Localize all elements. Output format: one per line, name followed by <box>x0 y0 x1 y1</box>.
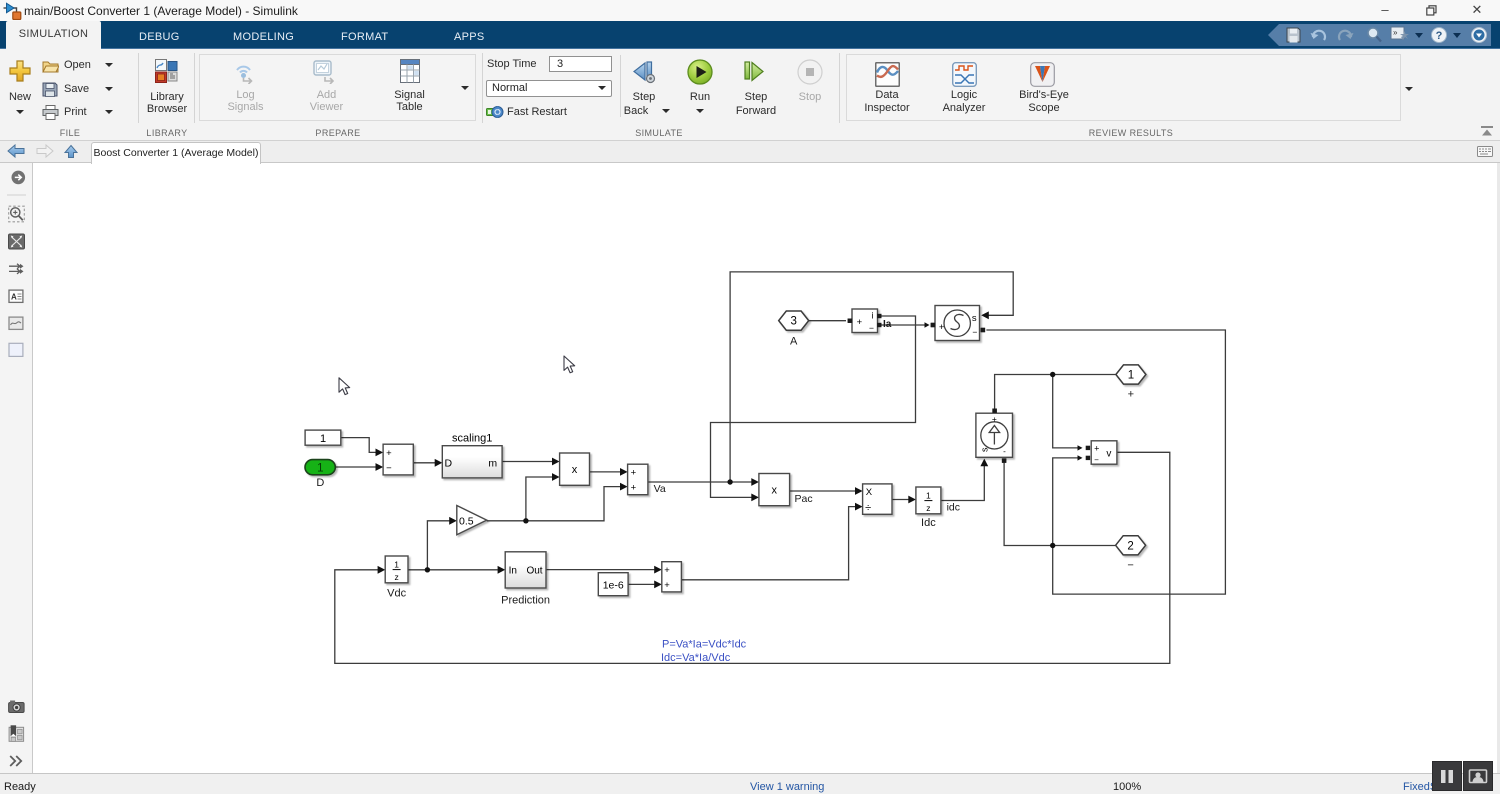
svg-text:A: A <box>11 293 17 302</box>
svg-text:?: ? <box>1436 30 1443 42</box>
svg-text:»: » <box>1393 28 1398 37</box>
